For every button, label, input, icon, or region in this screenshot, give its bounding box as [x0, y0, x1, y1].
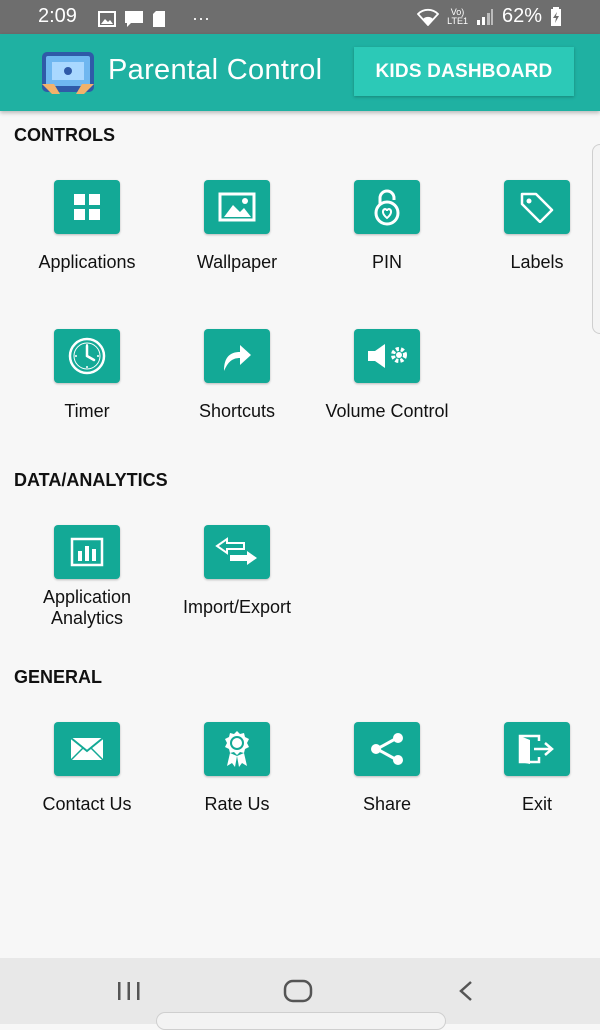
timer-label: Timer — [64, 401, 110, 421]
volume-control-label: Volume Control — [325, 401, 449, 421]
sd-card-icon — [153, 10, 165, 27]
rate-us-label: Rate Us — [204, 794, 270, 814]
gesture-indicator — [156, 1012, 446, 1030]
grid-icon — [54, 180, 120, 234]
pin-tile[interactable]: PIN — [312, 180, 462, 273]
tag-icon — [504, 180, 570, 234]
message-notification-icon — [125, 10, 143, 27]
import-export-tile[interactable]: Import/Export — [162, 525, 312, 618]
import-export-label: Import/Export — [182, 597, 292, 617]
applications-label: Applications — [38, 252, 136, 272]
shortcuts-tile[interactable]: Shortcuts — [162, 329, 312, 422]
battery-percent: 62% — [501, 5, 542, 27]
app-bar: Parental Control KIDS DASHBOARD — [0, 34, 600, 111]
exit-label: Exit — [521, 794, 552, 814]
network-lte-label: LTE1 — [447, 15, 468, 26]
status-bar: 2:09 ··· Vo) LTE1 62% — [0, 0, 600, 34]
system-navigation-bar — [0, 958, 600, 1030]
general-section-title: GENERAL — [14, 667, 103, 687]
timer-tile[interactable]: Timer — [12, 329, 162, 422]
application-analytics-tile[interactable]: Application Analytics — [12, 525, 162, 629]
share-tile[interactable]: Share — [312, 722, 462, 815]
status-system-icons: Vo) LTE1 62% — [417, 5, 562, 28]
back-icon[interactable] — [456, 980, 476, 1002]
swap-arrows-icon — [204, 525, 270, 579]
app-logo-icon — [42, 52, 94, 94]
applications-tile[interactable]: Applications — [12, 180, 162, 273]
shortcut-arrow-icon — [204, 329, 270, 383]
labels-tile[interactable]: Labels — [462, 180, 600, 273]
contact-us-tile[interactable]: Contact Us — [12, 722, 162, 815]
kids-dashboard-button[interactable]: KIDS DASHBOARD — [354, 47, 574, 96]
rate-us-tile[interactable]: Rate Us — [162, 722, 312, 815]
signal-icon — [476, 8, 493, 25]
contact-us-label: Contact Us — [42, 794, 132, 814]
more-notifications-icon: ··· — [192, 8, 210, 28]
share-label: Share — [362, 794, 412, 814]
labels-label: Labels — [510, 252, 564, 272]
exit-icon — [504, 722, 570, 776]
wallpaper-label: Wallpaper — [196, 252, 278, 272]
lock-icon — [354, 180, 420, 234]
battery-icon — [551, 6, 561, 26]
volume-settings-icon — [354, 329, 420, 383]
status-time: 2:09 — [38, 5, 77, 27]
controls-section-title: CONTROLS — [14, 125, 115, 145]
award-icon — [204, 722, 270, 776]
image-icon — [204, 180, 270, 234]
status-notification-icons: ··· — [98, 8, 210, 29]
shortcuts-label: Shortcuts — [198, 401, 276, 421]
bar-chart-icon — [54, 525, 120, 579]
wifi-icon — [417, 8, 440, 26]
exit-tile[interactable]: Exit — [462, 722, 600, 815]
share-icon — [354, 722, 420, 776]
wallpaper-tile[interactable]: Wallpaper — [162, 180, 312, 273]
gallery-notification-icon — [98, 10, 116, 27]
envelope-icon — [54, 722, 120, 776]
app-title: Parental Control — [108, 54, 323, 86]
recents-icon[interactable] — [116, 980, 142, 1002]
network-type-icon: Vo) LTE1 — [447, 7, 468, 26]
pin-label: PIN — [371, 252, 402, 272]
volume-control-tile[interactable]: Volume Control — [312, 329, 462, 422]
clock-icon — [54, 329, 120, 383]
analytics-section-title: DATA/ANALYTICS — [14, 470, 168, 490]
application-analytics-label: Application Analytics — [42, 587, 132, 628]
home-icon[interactable] — [283, 978, 313, 1004]
